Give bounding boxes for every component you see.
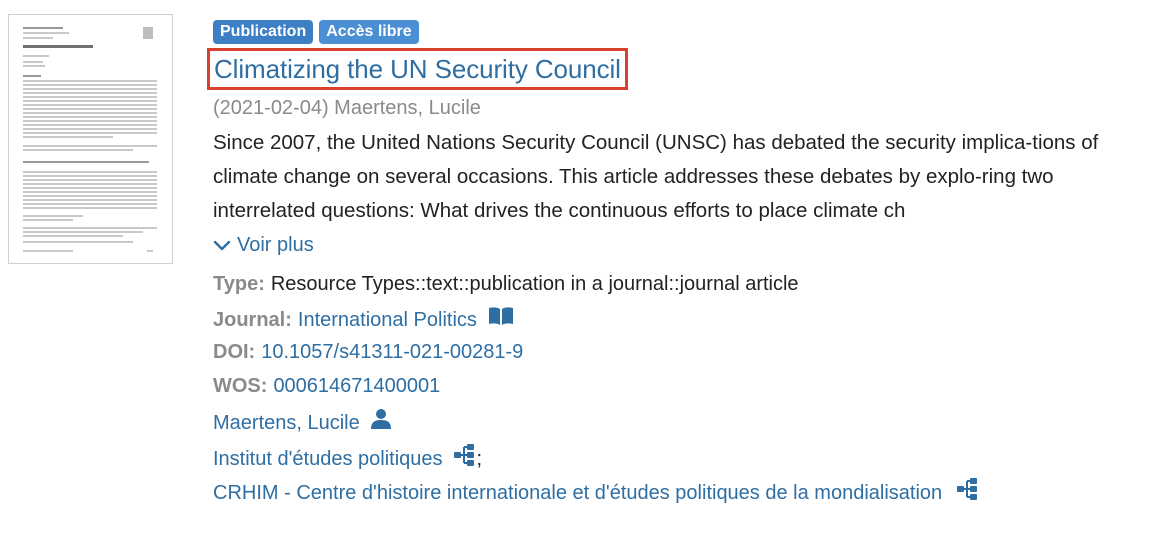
institute-link[interactable]: Institut d'études politiques — [213, 446, 443, 472]
doi-link[interactable]: 10.1057/s41311-021-00281-9 — [261, 339, 523, 365]
institute-separator: ; — [476, 447, 483, 470]
publication-type-badge: Publication — [213, 20, 314, 44]
type-label: Type: — [213, 273, 265, 295]
badge-group: Publication Accès libre — [213, 20, 419, 44]
wos-link[interactable]: 000614671400001 — [273, 373, 440, 399]
center-link[interactable]: CRHIM - Centre d'histoire internationale… — [213, 480, 942, 506]
publication-thumbnail[interactable] — [8, 14, 173, 264]
chevron-down-icon — [213, 240, 231, 250]
person-icon[interactable] — [370, 408, 392, 437]
abstract-fade — [963, 194, 1103, 228]
journal-link[interactable]: International Politics — [298, 307, 477, 333]
author-link[interactable]: Maertens, Lucile — [213, 410, 360, 436]
center-field: CRHIM - Centre d'histoire internationale… — [213, 477, 980, 508]
voir-plus-toggle[interactable]: Voir plus — [213, 234, 314, 257]
result-title-link[interactable]: Climatizing the UN Security Council — [214, 54, 621, 85]
type-value: Resource Types::text::publication in a j… — [270, 273, 799, 295]
book-icon[interactable] — [487, 305, 515, 334]
sitemap-icon[interactable] — [956, 477, 980, 508]
search-result: Publication Accès libre Climatizing the … — [0, 0, 1168, 544]
wos-label: WOS: — [213, 375, 268, 397]
journal-field: Journal: International Politics — [213, 305, 515, 334]
doi-label: DOI: — [213, 341, 256, 363]
doi-field: DOI: 10.1057/s41311-021-00281-9 — [213, 339, 523, 365]
author-field: Maertens, Lucile — [213, 408, 392, 437]
voir-plus-label: Voir plus — [237, 234, 314, 256]
date-author: (2021-02-04) Maertens, Lucile — [213, 97, 481, 119]
institute-field: Institut d'études politiques ; — [213, 443, 482, 474]
type-field: Type: Resource Types::text::publication … — [213, 271, 799, 297]
title-highlight: Climatizing the UN Security Council — [207, 48, 628, 90]
journal-label: Journal: — [213, 308, 292, 331]
sitemap-icon[interactable] — [453, 443, 477, 474]
wos-field: WOS: 000614671400001 — [213, 373, 440, 399]
open-access-badge: Accès libre — [319, 20, 419, 44]
